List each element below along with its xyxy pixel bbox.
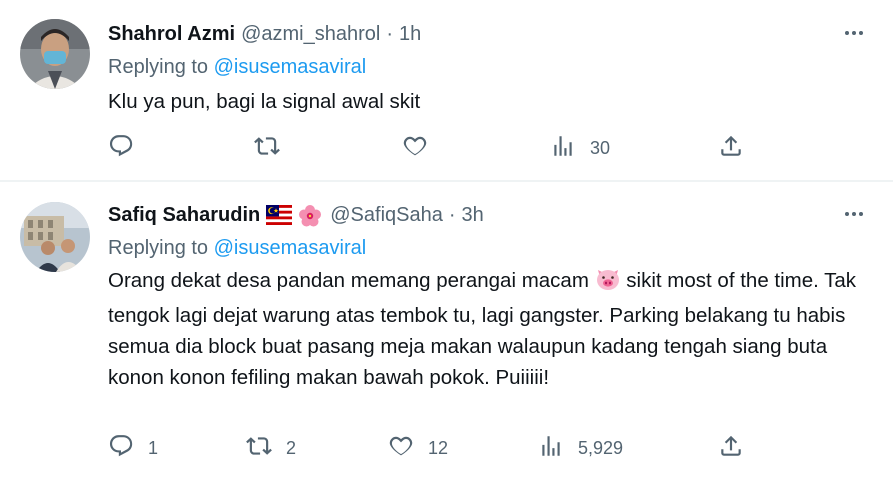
like-count: 12	[428, 437, 449, 458]
replying-to-label: Replying to	[108, 237, 214, 259]
timestamp[interactable]: 1h	[399, 23, 421, 46]
user-handle[interactable]: @azmi_shahrol	[241, 23, 380, 46]
tweet-text: Klu ya pun, bagi la signal awal skit	[108, 90, 421, 113]
views-icon	[550, 133, 576, 164]
action-bar: 1 2 12 5,929	[108, 433, 768, 463]
retweet-icon	[254, 133, 280, 164]
views-button[interactable]: 5,929	[538, 433, 623, 463]
share-icon	[718, 433, 744, 464]
separator-dot: ·	[448, 203, 456, 226]
pig-face-emoji	[595, 267, 621, 300]
views-icon	[538, 433, 564, 464]
tweet-header: Safiq Saharudin @SafiqSaha · 3h	[108, 202, 484, 228]
tweet-text-part: Orang dekat desa pandan memang perangai …	[108, 269, 595, 292]
more-options-icon[interactable]	[842, 21, 866, 45]
reply-button[interactable]	[108, 133, 134, 163]
views-button[interactable]: 30	[550, 133, 610, 163]
replying-to-link[interactable]: @isusemasaviral	[214, 237, 367, 259]
hibiscus-emoji	[298, 204, 324, 227]
reply-button[interactable]: 1	[108, 433, 158, 463]
malaysia-flag-emoji	[266, 204, 293, 226]
views-count: 5,929	[578, 437, 624, 458]
views-count: 30	[590, 137, 611, 158]
heart-icon	[402, 133, 428, 164]
tweet-header: Shahrol Azmi @azmi_shahrol · 1h	[108, 21, 421, 47]
share-icon	[718, 133, 744, 164]
replying-to-label: Replying to	[108, 56, 214, 78]
timestamp[interactable]: 3h	[462, 204, 484, 227]
heart-icon	[388, 433, 414, 464]
replying-to: Replying to @isusemasaviral	[108, 237, 366, 260]
like-button[interactable]: 12	[388, 433, 448, 463]
share-button[interactable]	[718, 433, 744, 463]
avatar[interactable]	[20, 19, 90, 89]
reply-icon	[108, 133, 134, 164]
separator-dot: ·	[386, 22, 393, 45]
tweet-divider	[0, 181, 893, 182]
like-button[interactable]	[402, 133, 428, 163]
avatar[interactable]	[20, 202, 90, 272]
reply-count: 1	[148, 437, 159, 458]
tweet-text: Orang dekat desa pandan memang perangai …	[108, 265, 868, 393]
reply-icon	[108, 433, 134, 464]
action-bar: 30	[108, 133, 768, 163]
retweet-count: 2	[286, 437, 297, 458]
replying-to: Replying to @isusemasaviral	[108, 56, 366, 79]
replying-to-link[interactable]: @isusemasaviral	[214, 56, 367, 78]
retweet-button[interactable]	[254, 133, 280, 163]
share-button[interactable]	[718, 133, 744, 163]
user-handle[interactable]: @SafiqSaha	[330, 204, 443, 227]
retweet-button[interactable]: 2	[246, 433, 296, 463]
more-options-icon[interactable]	[842, 202, 866, 226]
retweet-icon	[246, 433, 272, 464]
display-name[interactable]: Shahrol Azmi	[108, 23, 235, 46]
display-name[interactable]: Safiq Saharudin	[108, 204, 260, 227]
